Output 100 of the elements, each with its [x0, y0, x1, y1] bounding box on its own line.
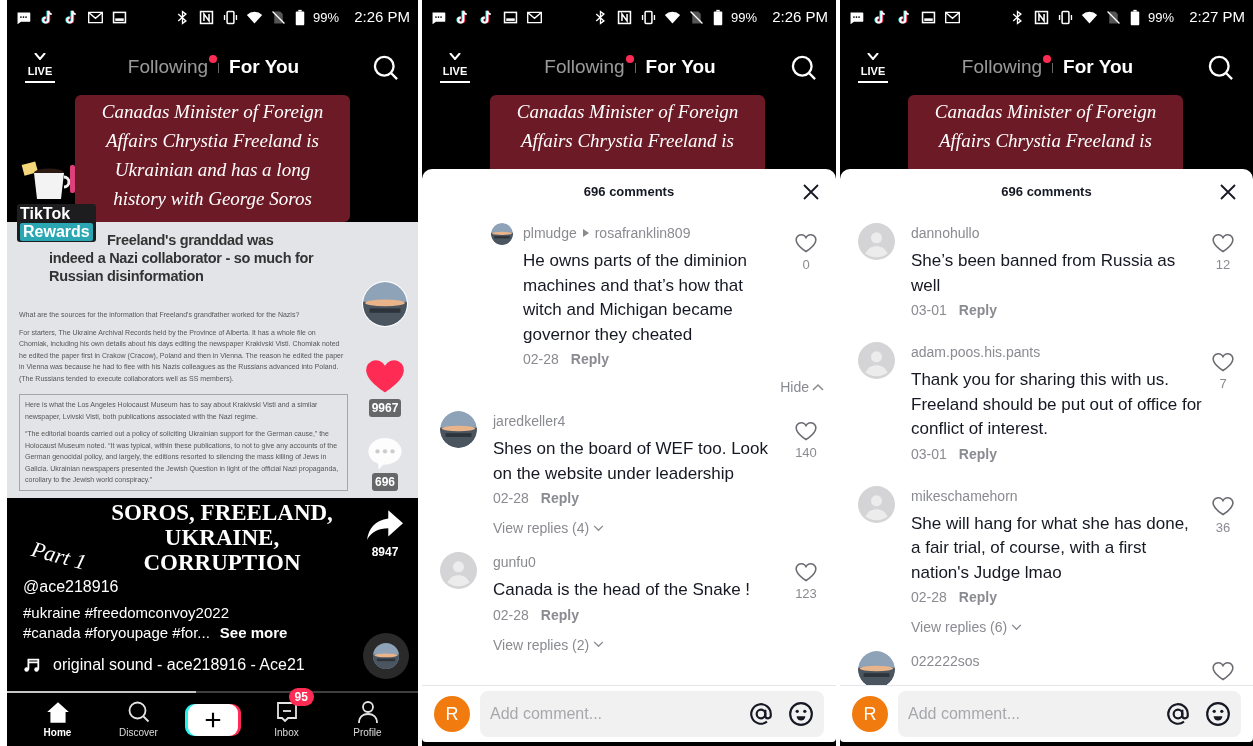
feed-tab[interactable]: Following [127, 55, 209, 79]
emoji-icon[interactable] [788, 701, 814, 727]
reply-button[interactable]: Reply [958, 300, 997, 320]
nav-tab[interactable]: Discover [106, 700, 171, 739]
heart-icon[interactable] [794, 560, 818, 584]
sheet-title: 696 comments [583, 183, 675, 202]
video-caption-line: Ukrainian and has a long [114, 158, 311, 182]
heart-icon[interactable] [794, 419, 818, 443]
heart-icon[interactable] [1211, 231, 1235, 255]
comment-username[interactable]: dannohullo [911, 223, 980, 243]
music-note-icon [23, 656, 41, 674]
view-replies-button[interactable]: View replies (2) [493, 634, 605, 655]
reply-button[interactable]: Reply [958, 587, 997, 607]
action-count: 696 [372, 473, 398, 491]
hide-replies-button[interactable]: Hide [780, 377, 824, 397]
message-icon [430, 9, 447, 26]
video-caption-line: Affairs Chrystia Freeland is [938, 129, 1152, 153]
search-icon[interactable] [1207, 53, 1235, 82]
comment-username[interactable]: rosafranklin809 [594, 223, 691, 243]
comment-username[interactable]: adam.poos.his.pants [911, 342, 1041, 362]
wifi-icon [1081, 9, 1099, 26]
feed-tab[interactable]: For You [1063, 55, 1134, 79]
vibrate-icon [1057, 9, 1075, 26]
chevron-down-icon [593, 524, 605, 532]
user-avatar: R [434, 696, 470, 732]
wifi-icon [246, 9, 264, 26]
comment-username[interactable]: jaredkeller4 [493, 411, 566, 431]
battery-icon [712, 9, 725, 26]
unread-count-badge: 95 [288, 688, 314, 706]
feed-tab[interactable]: Following [961, 55, 1043, 79]
user-avatar: R [852, 696, 888, 732]
rewards-badge[interactable]: TikTok Rewards [17, 204, 96, 242]
comment-username[interactable]: 022222sos [911, 651, 980, 671]
comment-date: 02-28 [493, 605, 529, 625]
video-title-line: CORRUPTION [143, 550, 301, 575]
nav-tab[interactable]: Profile [335, 700, 400, 739]
view-replies-button[interactable]: View replies (4) [493, 518, 605, 538]
feed-tab[interactable]: For You [645, 55, 716, 79]
video-caption-line: Affairs Chrystia Freeland is [105, 129, 319, 153]
video-caption-line: Affairs Chrystia Freeland is [520, 129, 734, 153]
video-caption-line: Canadas Minister of Foreign [934, 100, 1157, 124]
like-count: 36 [1215, 518, 1231, 537]
emoji-icon[interactable] [1205, 701, 1231, 727]
at-sign-icon[interactable] [748, 701, 774, 727]
message-icon [848, 9, 865, 26]
comment-username[interactable]: gunfu0 [493, 552, 536, 572]
chevron-down-icon [593, 641, 605, 648]
plus-icon [203, 710, 222, 729]
caption-hashtags: #ukraine #freedomconvoy2022 [23, 603, 229, 623]
reply-button[interactable]: Reply [958, 443, 997, 464]
heart-icon[interactable] [794, 231, 818, 255]
comment-text: Shes on the board of WEF too. Look on the website under leadership [493, 438, 769, 485]
search-icon[interactable] [790, 53, 818, 82]
heart-icon[interactable] [1211, 659, 1235, 683]
triangle-right-icon [582, 229, 589, 237]
create-button[interactable] [187, 703, 238, 736]
see-more-link[interactable]: See more [219, 623, 288, 643]
video-caption-line: Canadas Minister of Foreign [101, 100, 324, 124]
comment-input-field[interactable]: Add comment... [480, 691, 824, 737]
video-title-line: SOROS, FREELAND, [111, 500, 333, 525]
nfc-icon [616, 9, 634, 26]
search-icon[interactable] [372, 53, 400, 82]
image-icon [502, 9, 519, 26]
view-replies-button[interactable]: View replies (6) [911, 617, 1023, 637]
clock-time: 2:27 PM [1189, 7, 1245, 28]
clock-time: 2:26 PM [354, 7, 410, 28]
author-username[interactable]: @ace218916 [23, 575, 119, 599]
comment-username[interactable]: mikeschamehorn [911, 485, 1018, 506]
nav-tab[interactable]: Home [25, 700, 90, 739]
message-icon [15, 9, 32, 26]
clock-time: 2:26 PM [772, 7, 828, 28]
battery-percentage: 99% [731, 8, 758, 27]
comment-username[interactable]: plmudge [523, 223, 577, 243]
vibrate-icon [640, 9, 658, 26]
close-icon[interactable] [802, 183, 820, 201]
mail-icon [526, 9, 543, 26]
reply-button[interactable]: Reply [570, 349, 609, 369]
comment-text: She will hang for what she has done, a fair trial, of course, with a first nation's Judge lmao [911, 512, 1190, 584]
article-headline: indeed a Nazi collaborator - so much for [48, 249, 315, 267]
mail-icon [87, 9, 104, 26]
comment-date: 02-28 [523, 350, 559, 369]
comment-text: Thank you for sharing this with us. Freeland should be put out of office for conflict of interest. [911, 369, 1203, 440]
video-part-label: Part 1 [28, 536, 90, 576]
at-sign-icon[interactable] [1165, 701, 1191, 727]
like-count: 140 [795, 444, 817, 462]
comment-text: He owns parts of the diminion machines and that’s how that witch and Michigan became governor they cheated [523, 250, 748, 346]
close-icon[interactable] [1219, 183, 1237, 201]
image-icon [920, 9, 937, 26]
comment-text: Canada is the head of the Snake ! [493, 579, 752, 601]
comment-text: She’s been banned from Russia as well [911, 250, 1177, 297]
battery-percentage: 99% [313, 8, 340, 27]
heart-icon[interactable] [1211, 350, 1235, 374]
like-count: 123 [795, 585, 817, 603]
reply-button[interactable]: Reply [540, 488, 579, 508]
reply-button[interactable]: Reply [540, 604, 579, 625]
image-icon [111, 9, 128, 26]
comment-input-field[interactable]: Add comment... [898, 691, 1241, 737]
sound-name[interactable]: original sound - ace218916 - Ace21 [53, 653, 305, 677]
feed-tab[interactable]: Following [544, 55, 625, 79]
feed-tab[interactable]: For You [229, 55, 300, 79]
